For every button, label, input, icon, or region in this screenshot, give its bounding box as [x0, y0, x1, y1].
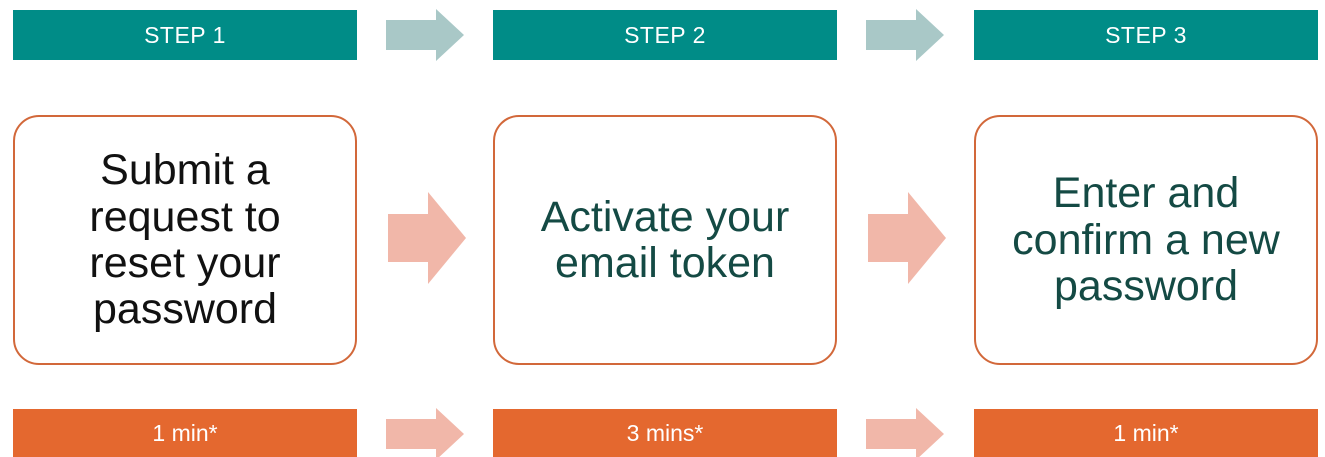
- step-1-duration: 1 min*: [13, 409, 357, 457]
- step-1-card: Submit a request to reset your password: [13, 115, 357, 365]
- step-1-description: Submit a request to reset your password: [89, 146, 281, 334]
- step-1-header: STEP 1: [13, 10, 357, 60]
- step-2-duration: 3 mins*: [493, 409, 837, 457]
- body-arrow-1-icon: [388, 192, 466, 284]
- step-2-description: Activate your email token: [540, 192, 790, 287]
- header-arrow-1-icon: [386, 9, 466, 61]
- header-arrow-2-icon: [866, 9, 946, 61]
- step-3-header: STEP 3: [974, 10, 1318, 60]
- step-3-card: Enter and confirm a new password: [974, 115, 1318, 365]
- body-arrow-2-icon: [868, 192, 946, 284]
- step-3-duration: 1 min*: [974, 409, 1318, 457]
- step-3-description: Enter and confirm a new password: [1012, 169, 1280, 311]
- step-2-header: STEP 2: [493, 10, 837, 60]
- step-2-card: Activate your email token: [493, 115, 837, 365]
- footer-arrow-2-icon: [866, 408, 946, 457]
- footer-arrow-1-icon: [386, 408, 466, 457]
